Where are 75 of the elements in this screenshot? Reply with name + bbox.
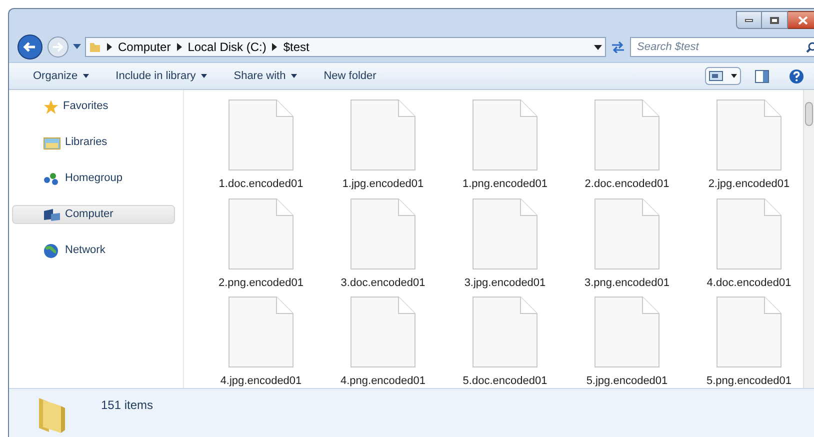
search-placeholder: Search $test <box>637 40 699 55</box>
file-name[interactable]: 3.doc.encoded01 <box>340 274 426 291</box>
file-name[interactable]: 4.png.encoded01 <box>340 373 426 390</box>
file-name[interactable]: 5.jpg.encoded01 <box>586 373 668 390</box>
dropdown-caret-icon[interactable] <box>594 44 602 50</box>
caret-icon <box>290 74 297 78</box>
back-button[interactable] <box>17 34 43 60</box>
file-name[interactable]: 1.jpg.encoded01 <box>342 176 424 192</box>
blank-file-icon[interactable] <box>472 99 538 171</box>
item-count: 151 items <box>101 397 154 414</box>
search-field[interactable]: Search $test <box>630 37 814 57</box>
folder-icon <box>89 41 101 53</box>
homegroup-icon <box>43 172 61 186</box>
network-icon <box>43 242 61 258</box>
blank-file-icon[interactable] <box>716 198 782 270</box>
blank-file-icon[interactable] <box>228 198 294 270</box>
view-button[interactable] <box>705 67 741 85</box>
file-name[interactable]: 4.doc.encoded01 <box>706 274 792 291</box>
history-dropdown-icon[interactable] <box>73 44 81 50</box>
sidebar-item[interactable]: Homegroup <box>12 169 175 188</box>
blank-file-icon[interactable] <box>228 296 294 368</box>
file-name[interactable]: 5.doc.encoded01 <box>462 373 548 390</box>
computer-icon <box>43 208 61 222</box>
scrollbar-thumb[interactable] <box>805 102 813 126</box>
blank-file-icon[interactable] <box>472 296 538 368</box>
toolbar-button[interactable]: Share with <box>234 68 297 84</box>
file-name[interactable]: 1.doc.encoded01 <box>218 176 304 192</box>
breadcrumb[interactable]: Computer <box>118 38 171 56</box>
blank-file-icon[interactable] <box>350 198 416 270</box>
file-name[interactable]: 2.jpg.encoded01 <box>708 176 790 192</box>
file-name[interactable]: 2.doc.encoded01 <box>584 176 670 192</box>
view-icon <box>709 71 723 81</box>
toolbar-button[interactable]: Organize <box>33 68 89 84</box>
blank-file-icon[interactable] <box>350 296 416 368</box>
sidebar-item[interactable]: Network <box>12 241 175 260</box>
blank-file-icon[interactable] <box>594 99 660 171</box>
caret-icon <box>731 74 737 78</box>
preview-pane-icon[interactable] <box>755 70 769 82</box>
scrollbar[interactable] <box>803 90 814 388</box>
sidebar-item[interactable]: Favorites <box>12 97 175 116</box>
close-icon <box>798 16 808 24</box>
file-name[interactable]: 4.jpg.encoded01 <box>220 373 302 390</box>
toolbar-button[interactable]: Include in library <box>116 68 207 84</box>
breadcrumb-arrow-icon[interactable] <box>272 43 278 51</box>
minimize-button[interactable] <box>736 11 762 29</box>
blank-file-icon[interactable] <box>350 99 416 171</box>
breadcrumb[interactable]: $test <box>283 38 310 56</box>
blank-file-icon[interactable] <box>716 296 782 368</box>
blank-file-icon[interactable] <box>472 198 538 270</box>
help-icon[interactable] <box>789 68 804 84</box>
forward-button[interactable] <box>47 36 69 58</box>
blank-file-icon[interactable] <box>594 198 660 270</box>
breadcrumb[interactable]: Local Disk (C:) <box>188 38 266 56</box>
refresh-icon[interactable] <box>610 41 626 53</box>
star-icon <box>43 98 59 114</box>
file-name[interactable]: 1.png.encoded01 <box>462 176 548 192</box>
sidebar-item[interactable]: Computer <box>12 205 175 224</box>
file-name[interactable]: 3.jpg.encoded01 <box>464 274 546 291</box>
caret-icon <box>82 74 89 78</box>
file-name[interactable]: 5.png.encoded01 <box>706 373 792 390</box>
blank-file-icon[interactable] <box>716 99 782 171</box>
library-icon <box>43 136 61 150</box>
breadcrumb-arrow-icon[interactable] <box>107 43 112 51</box>
sidebar-item[interactable]: Libraries <box>12 133 175 152</box>
search-icon[interactable] <box>806 42 814 52</box>
file-name[interactable]: 3.png.encoded01 <box>584 274 670 291</box>
toolbar-button[interactable]: New folder <box>324 68 376 84</box>
maximize-button[interactable] <box>762 11 788 29</box>
breadcrumb-arrow-icon[interactable] <box>176 43 182 51</box>
blank-file-icon[interactable] <box>594 296 660 368</box>
blank-file-icon[interactable] <box>228 99 294 171</box>
file-name[interactable]: 2.png.encoded01 <box>218 274 304 291</box>
close-button[interactable] <box>788 11 814 29</box>
caret-icon <box>200 74 207 78</box>
address-bar[interactable]: Computer Local Disk (C:) $test <box>85 37 606 57</box>
